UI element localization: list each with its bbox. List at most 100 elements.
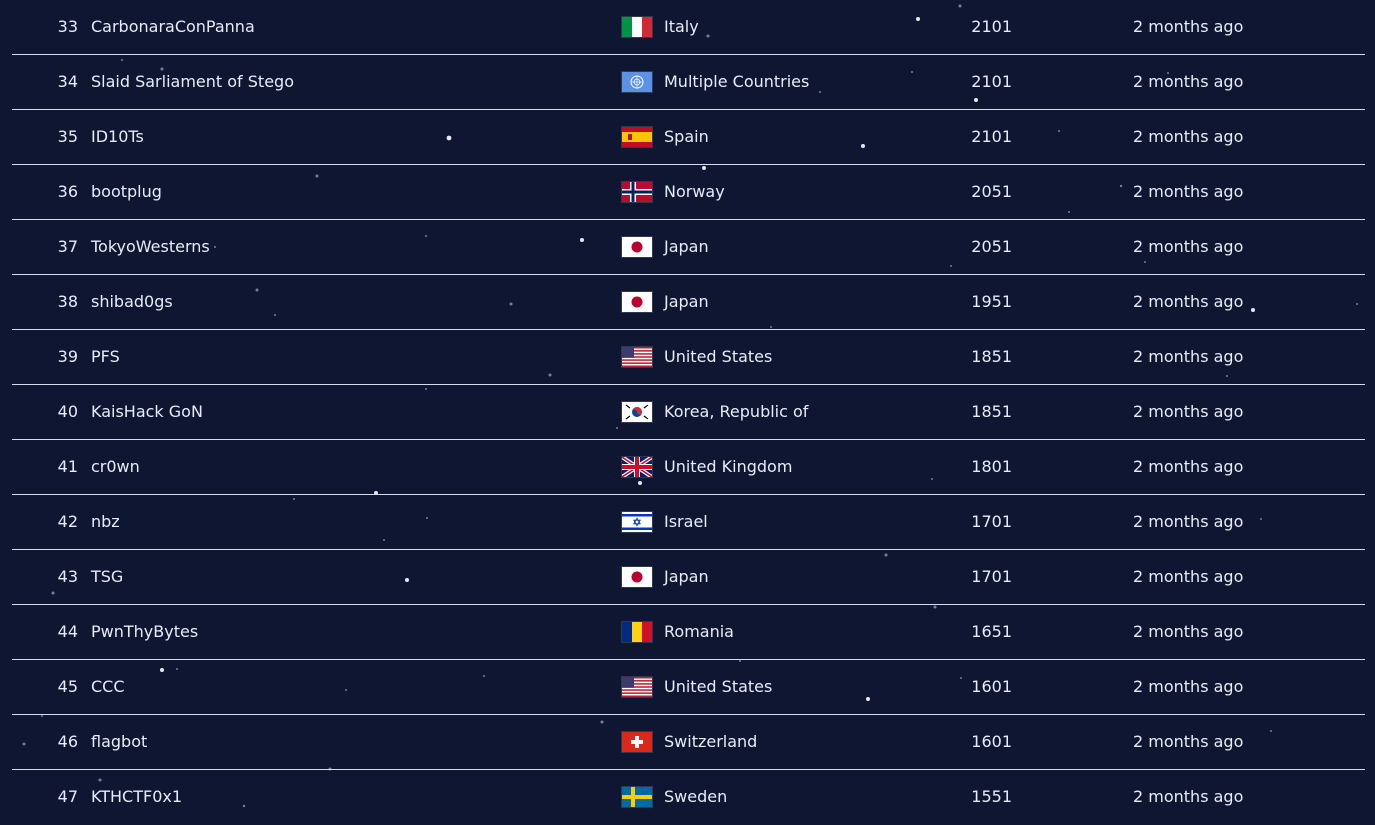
country-cell: Spain	[622, 110, 709, 164]
country-cell: Multiple Countries	[622, 55, 809, 109]
sweden-flag-icon	[622, 787, 652, 807]
rank-cell: 40	[57, 402, 78, 421]
points-cell: 1601	[971, 677, 1012, 696]
country-name: United States	[664, 347, 773, 366]
table-row[interactable]: 37 TokyoWesterns Japan 2051 2 months ago	[12, 220, 1365, 275]
team-name-link[interactable]: TokyoWesterns	[91, 220, 210, 274]
scoreboard-table: 33 CarbonaraConPanna Italy 2101 2 months…	[12, 0, 1365, 825]
rank-cell: 41	[57, 457, 78, 476]
table-row[interactable]: 47 KTHCTF0x1 Sweden 1551 2 months ago	[12, 770, 1365, 825]
country-name: Israel	[664, 512, 708, 531]
table-row[interactable]: 43 TSG Japan 1701 2 months ago	[12, 550, 1365, 605]
country-name: Romania	[664, 622, 734, 641]
table-row[interactable]: 34 Slaid Sarliament of Stego Multiple Co…	[12, 55, 1365, 110]
last-solve-time: 2 months ago	[1133, 237, 1244, 256]
last-solve-time: 2 months ago	[1133, 732, 1244, 751]
table-row[interactable]: 33 CarbonaraConPanna Italy 2101 2 months…	[12, 0, 1365, 55]
rank-cell: 46	[57, 732, 78, 751]
country-name: Japan	[664, 237, 709, 256]
country-name: Sweden	[664, 787, 728, 806]
romania-flag-icon	[622, 622, 652, 642]
points-cell: 1801	[971, 457, 1012, 476]
uk-flag-icon	[622, 457, 652, 477]
team-name-link[interactable]: nbz	[91, 495, 120, 549]
rank-cell: 34	[57, 72, 78, 91]
country-name: Norway	[664, 182, 725, 201]
last-solve-time: 2 months ago	[1133, 567, 1244, 586]
table-row[interactable]: 35 ID10Ts Spain 2101 2 months ago	[12, 110, 1365, 165]
rank-cell: 45	[57, 677, 78, 696]
team-name-link[interactable]: KaisHack GoN	[91, 385, 203, 439]
team-name-link[interactable]: PwnThyBytes	[91, 605, 198, 659]
team-name-link[interactable]: TSG	[91, 550, 123, 604]
usa-flag-icon	[622, 677, 652, 697]
country-cell: Korea, Republic of	[622, 385, 808, 439]
points-cell: 2051	[971, 237, 1012, 256]
usa-flag-icon	[622, 347, 652, 367]
points-cell: 1951	[971, 292, 1012, 311]
country-cell: United States	[622, 330, 772, 384]
last-solve-time: 2 months ago	[1133, 127, 1244, 146]
country-name: Italy	[664, 17, 699, 36]
japan-flag-icon	[622, 567, 652, 587]
rank-cell: 35	[57, 127, 78, 146]
last-solve-time: 2 months ago	[1133, 622, 1244, 641]
team-name-link[interactable]: PFS	[91, 330, 120, 384]
japan-flag-icon	[622, 237, 652, 257]
country-name: Multiple Countries	[664, 72, 810, 91]
table-row[interactable]: 38 shibad0gs Japan 1951 2 months ago	[12, 275, 1365, 330]
table-row[interactable]: 44 PwnThyBytes Romania 1651 2 months ago	[12, 605, 1365, 660]
country-cell: Japan	[622, 275, 709, 329]
rank-cell: 38	[57, 292, 78, 311]
team-name-link[interactable]: ID10Ts	[91, 110, 144, 164]
team-name-link[interactable]: KTHCTF0x1	[91, 770, 182, 824]
last-solve-time: 2 months ago	[1133, 457, 1244, 476]
country-cell: Norway	[622, 165, 725, 219]
points-cell: 2051	[971, 182, 1012, 201]
japan-flag-icon	[622, 292, 652, 312]
spain-flag-icon	[622, 127, 652, 147]
country-name: Korea, Republic of	[664, 402, 809, 421]
rank-cell: 37	[57, 237, 78, 256]
team-name-link[interactable]: Slaid Sarliament of Stego	[91, 55, 294, 109]
rank-cell: 47	[57, 787, 78, 806]
team-name-link[interactable]: CarbonaraConPanna	[91, 0, 255, 54]
team-name-link[interactable]: flagbot	[91, 715, 147, 769]
team-name-link[interactable]: CCC	[91, 660, 125, 714]
italy-flag-icon	[622, 17, 652, 37]
country-name: Japan	[664, 567, 709, 586]
points-cell: 2101	[971, 127, 1012, 146]
country-cell: United States	[622, 660, 772, 714]
table-row[interactable]: 36 bootplug Norway 2051 2 months ago	[12, 165, 1365, 220]
rank-cell: 42	[57, 512, 78, 531]
points-cell: 1601	[971, 732, 1012, 751]
team-name-link[interactable]: shibad0gs	[91, 275, 173, 329]
country-cell: Sweden	[622, 770, 727, 824]
points-cell: 2101	[971, 72, 1012, 91]
country-name: United States	[664, 677, 773, 696]
country-cell: Romania	[622, 605, 734, 659]
points-cell: 1851	[971, 402, 1012, 421]
table-row[interactable]: 39 PFS United States 1851 2 months ago	[12, 330, 1365, 385]
team-name-link[interactable]: bootplug	[91, 165, 162, 219]
table-row[interactable]: 46 flagbot Switzerland 1601 2 months ago	[12, 715, 1365, 770]
country-name: United Kingdom	[664, 457, 793, 476]
country-name: Switzerland	[664, 732, 758, 751]
points-cell: 1851	[971, 347, 1012, 366]
rank-cell: 36	[57, 182, 78, 201]
country-cell: Japan	[622, 220, 709, 274]
team-name-link[interactable]: cr0wn	[91, 440, 140, 494]
table-row[interactable]: 42 nbz Israel 1701 2 months ago	[12, 495, 1365, 550]
points-cell: 1701	[971, 512, 1012, 531]
table-row[interactable]: 45 CCC United States 1601 2 months ago	[12, 660, 1365, 715]
points-cell: 1651	[971, 622, 1012, 641]
rank-cell: 39	[57, 347, 78, 366]
israel-flag-icon	[622, 512, 652, 532]
table-row[interactable]: 40 KaisHack GoN Korea, Republic of 1851 …	[12, 385, 1365, 440]
table-row[interactable]: 41 cr0wn United Kingdom 1801 2 months ag…	[12, 440, 1365, 495]
norway-flag-icon	[622, 182, 652, 202]
last-solve-time: 2 months ago	[1133, 677, 1244, 696]
last-solve-time: 2 months ago	[1133, 72, 1244, 91]
switzerland-flag-icon	[622, 732, 652, 752]
country-cell: United Kingdom	[622, 440, 792, 494]
